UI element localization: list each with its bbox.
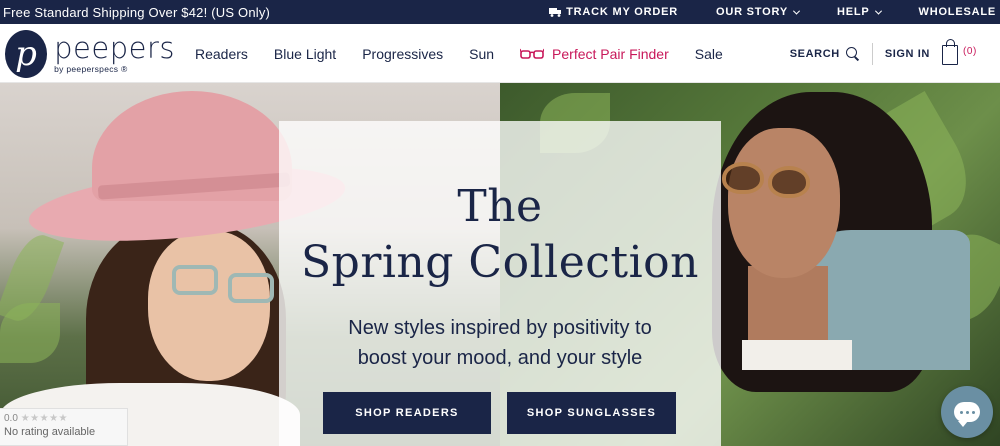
perfect-pair-label: Perfect Pair Finder [552, 45, 669, 62]
eyeglasses-frame [228, 273, 274, 303]
brand-tagline: by peeperspecs ® [54, 64, 128, 74]
nav-item-readers[interactable]: Readers [195, 46, 248, 62]
our-story-label: OUR STORY [715, 6, 788, 18]
track-order-link[interactable]: TRACK MY ORDER [549, 6, 678, 18]
rating-score: 0.0 [4, 413, 18, 424]
search-icon [845, 46, 860, 61]
main-nav: Readers Blue Light Progressives Sun Perf… [195, 24, 749, 83]
shop-readers-button[interactable]: SHOP READERS [323, 392, 491, 434]
eyeglasses-frame [172, 265, 218, 295]
chat-bubble-icon [954, 402, 980, 427]
rating-stars-icon: ★★★★★ [20, 413, 69, 424]
top-promo-bar: Free Standard Shipping Over $42! (US Onl… [0, 0, 1000, 24]
hero-subtitle: New styles inspired by positivity to boo… [279, 313, 721, 373]
face [148, 231, 270, 381]
glasses-icon [520, 48, 545, 59]
our-story-menu[interactable]: OUR STORY [715, 6, 801, 18]
brand-name: peepers [54, 31, 175, 65]
brand-logo[interactable]: p peepers by peeperspecs ® [5, 30, 175, 78]
nav-item-perfect-pair-finder[interactable]: Perfect Pair Finder [520, 46, 669, 62]
help-label: HELP [836, 6, 870, 18]
header-utilities: SEARCH SIGN IN (0) [790, 24, 977, 83]
hero-title-line1: The [457, 181, 543, 232]
rating-text: No rating available [4, 426, 96, 438]
rating-widget[interactable]: 0.0 ★★★★★ No rating available [0, 408, 128, 446]
sign-in-link[interactable]: SIGN IN [885, 48, 930, 60]
nav-item-sun[interactable]: Sun [469, 46, 494, 62]
shopping-bag-icon[interactable] [941, 38, 958, 65]
search-label: SEARCH [789, 47, 840, 60]
nav-item-blue-light[interactable]: Blue Light [274, 46, 336, 62]
search-button[interactable]: SEARCH [789, 46, 860, 61]
nav-item-progressives[interactable]: Progressives [362, 46, 443, 62]
site-header: p peepers by peeperspecs ® Readers Blue … [0, 24, 1000, 83]
chat-button[interactable] [941, 386, 993, 438]
nav-item-sale[interactable]: Sale [695, 46, 723, 62]
help-menu[interactable]: HELP [836, 6, 882, 18]
shop-sunglasses-button[interactable]: SHOP SUNGLASSES [507, 392, 676, 434]
wholesale-link[interactable]: WHOLESALE [919, 6, 996, 18]
hero-subtitle-line1: New styles inspired by positivity to [348, 317, 652, 339]
truck-icon [549, 8, 562, 17]
chevron-down-icon [792, 7, 801, 15]
track-order-label: TRACK MY ORDER [566, 6, 678, 18]
cart-count: (0) [962, 46, 977, 57]
hero-subtitle-line2: boost your mood, and your style [357, 347, 643, 369]
chevron-down-icon [874, 7, 882, 15]
hero-title: The Spring Collection [279, 179, 721, 291]
foliage [914, 222, 1000, 334]
shipping-promo: Free Standard Shipping Over $42! (US Onl… [3, 4, 271, 20]
hero-title-line2: Spring Collection [301, 237, 699, 288]
header-divider [871, 42, 873, 65]
logo-text: peepers by peeperspecs ® [54, 31, 175, 75]
top-links: TRACK MY ORDER OUR STORY HELP WHOLESALE [549, 6, 996, 18]
foliage [855, 91, 985, 235]
logo-mark-icon: p [5, 30, 48, 78]
